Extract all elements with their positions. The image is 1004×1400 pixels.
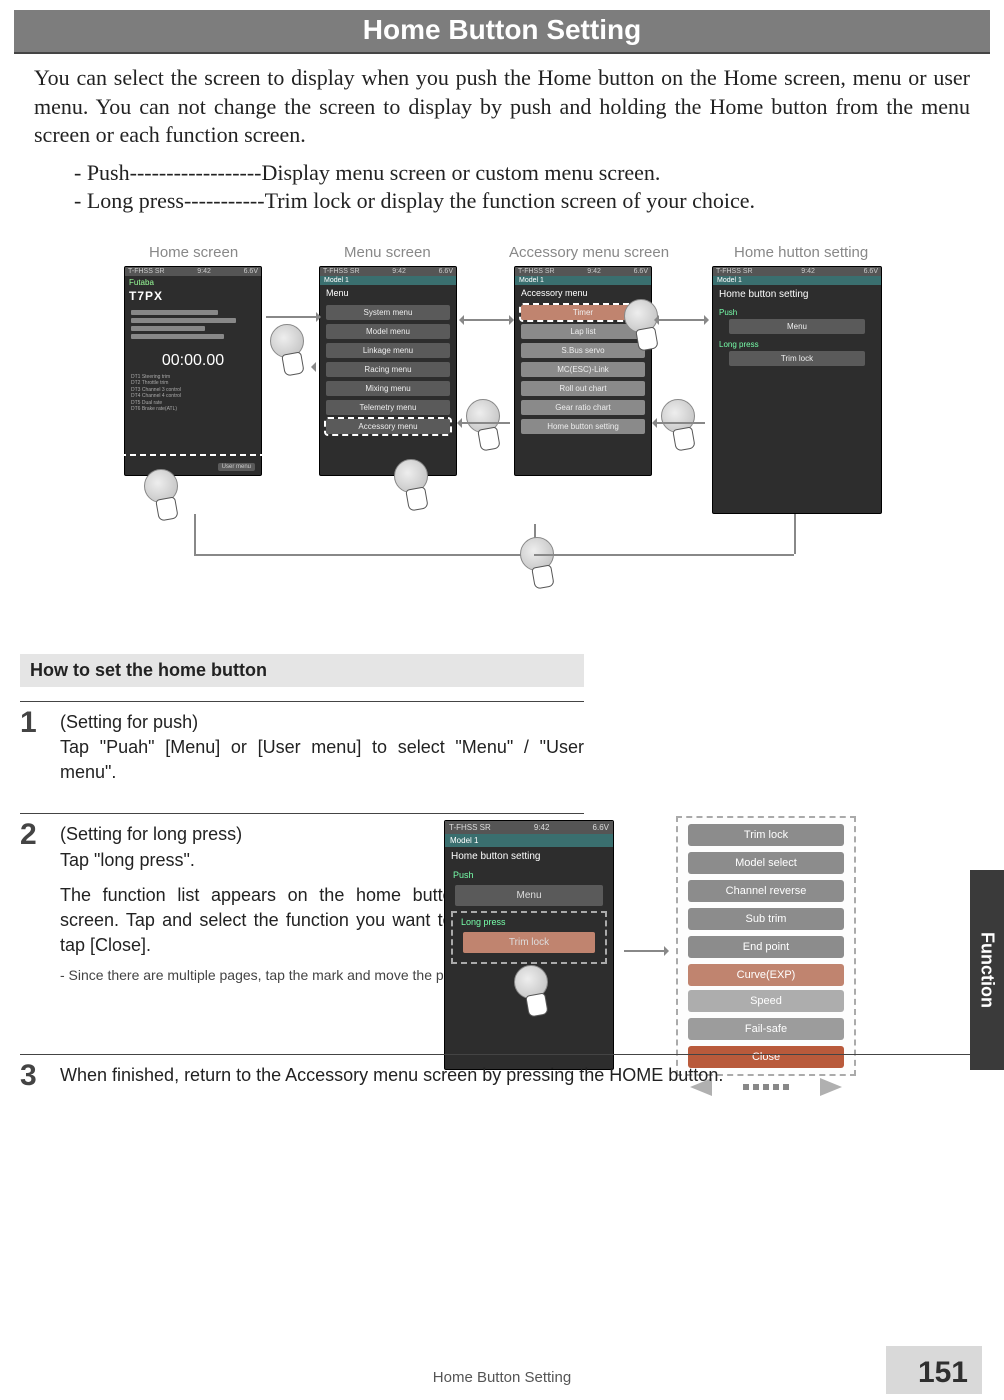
howto-header: How to set the home button bbox=[20, 654, 584, 687]
mock-setting-screen: T-FHSS SR9:426.6V Model 1 Home button se… bbox=[712, 266, 882, 514]
tap-cursor-icon bbox=[394, 459, 428, 493]
step-3: 3 When finished, return to the Accessory… bbox=[20, 1054, 970, 1088]
navigation-diagram: Home screen Menu screen Accessory menu s… bbox=[34, 244, 970, 604]
tap-cursor-icon bbox=[144, 469, 178, 503]
tap-cursor-icon bbox=[466, 399, 500, 433]
page-number: 151 bbox=[886, 1346, 982, 1394]
step-1-body: Tap "Puah" [Menu] or [User menu] to sele… bbox=[60, 735, 584, 785]
step-1: 1 (Setting for push) Tap "Puah" [Menu] o… bbox=[20, 701, 584, 786]
bullet-long-press: - Long press-----------Trim lock or disp… bbox=[74, 188, 970, 214]
page-title-bar: Home Button Setting bbox=[14, 10, 990, 54]
label-menu-screen: Menu screen bbox=[344, 244, 431, 261]
step-3-number: 3 bbox=[20, 1059, 37, 1093]
func-curve-exp[interactable]: Curve(EXP) bbox=[688, 964, 844, 986]
mock-setting-screen-2: T-FHSS SR9:426.6V Model 1 Home button se… bbox=[444, 820, 614, 1070]
intro-paragraph: You can select the screen to display whe… bbox=[34, 64, 970, 150]
func-trim-lock[interactable]: Trim lock bbox=[688, 824, 844, 846]
func-speed[interactable]: Speed bbox=[688, 990, 844, 1012]
function-list-panel: Trim lock Model select Channel reverse S… bbox=[676, 816, 856, 1076]
func-end-point[interactable]: End point bbox=[688, 936, 844, 958]
mock-accessory-screen: T-FHSS SR9:426.6V Model 1 Accessory menu… bbox=[514, 266, 652, 476]
step-2-number: 2 bbox=[20, 818, 37, 852]
func-channel-reverse[interactable]: Channel reverse bbox=[688, 880, 844, 902]
step-3-body: When finished, return to the Accessory m… bbox=[60, 1063, 970, 1088]
side-tab-function: Function bbox=[970, 870, 1004, 1070]
tap-cursor-icon bbox=[270, 324, 304, 358]
bullet-push: - Push------------------Display menu scr… bbox=[74, 160, 970, 186]
tap-cursor-icon bbox=[661, 399, 695, 433]
label-home-button-setting: Home hutton setting bbox=[734, 244, 868, 261]
label-home-screen: Home screen bbox=[149, 244, 238, 261]
mock-home-screen: T-FHSS SR9:426.6V Futaba T7PX 00:00.00 D… bbox=[124, 266, 262, 476]
func-fail-safe[interactable]: Fail-safe bbox=[688, 1018, 844, 1040]
func-sub-trim[interactable]: Sub trim bbox=[688, 908, 844, 930]
label-accessory-screen: Accessory menu screen bbox=[509, 244, 669, 261]
tap-cursor-icon bbox=[514, 965, 548, 999]
behavior-list: - Push------------------Display menu scr… bbox=[74, 160, 970, 214]
step-1-title: (Setting for push) bbox=[60, 710, 584, 735]
mock-menu-screen: T-FHSS SR9:426.6V Model 1 Menu System me… bbox=[319, 266, 457, 476]
footer-title: Home Button Setting bbox=[433, 1369, 571, 1386]
func-model-select[interactable]: Model select bbox=[688, 852, 844, 874]
footer: Home Button Setting bbox=[0, 1369, 1004, 1386]
step-1-number: 1 bbox=[20, 706, 37, 740]
